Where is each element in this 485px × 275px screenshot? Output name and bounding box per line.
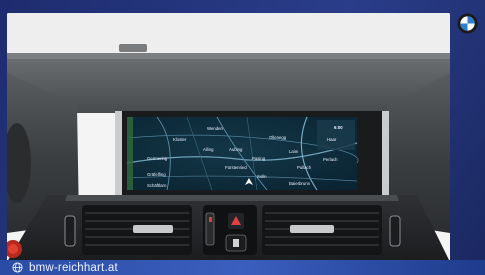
air-vent-left [64,205,192,255]
globe-icon [12,262,23,273]
map-label: Germering [147,156,168,161]
map-label: Gräfelfing [147,172,166,177]
bmw-logo-icon [457,13,478,34]
navigation-screen: 6:00 Wenden Ollenegg Alling Aubing Pasin… [126,116,359,191]
map-label: Wenden [207,126,224,131]
dashboard-photo: 6:00 Wenden Ollenegg Alling Aubing Pasin… [7,13,450,262]
map-label: Fürstenried [225,165,247,170]
map-label: Pullach [297,165,312,170]
map-label: Pasing [252,156,266,161]
map-label: Perlach [323,157,338,162]
map-label: Solln [257,174,267,179]
map-label: Kloster [173,137,187,142]
map-label: Baierbrunn [289,181,311,186]
map-label: Laim [289,149,299,154]
air-vent-right [262,205,401,255]
clock-text: 6:00 [334,125,343,130]
map-label: Schäftlarn [147,183,167,188]
map-label: Alling [203,147,214,152]
map-label: Haar [327,137,337,142]
map-label: Aubing [229,147,243,152]
map-label: Ollenegg [269,135,287,140]
mirror-mount [119,44,147,52]
watermark-bar: bmw-reichhart.at [0,260,485,275]
website-url: bmw-reichhart.at [29,261,118,274]
